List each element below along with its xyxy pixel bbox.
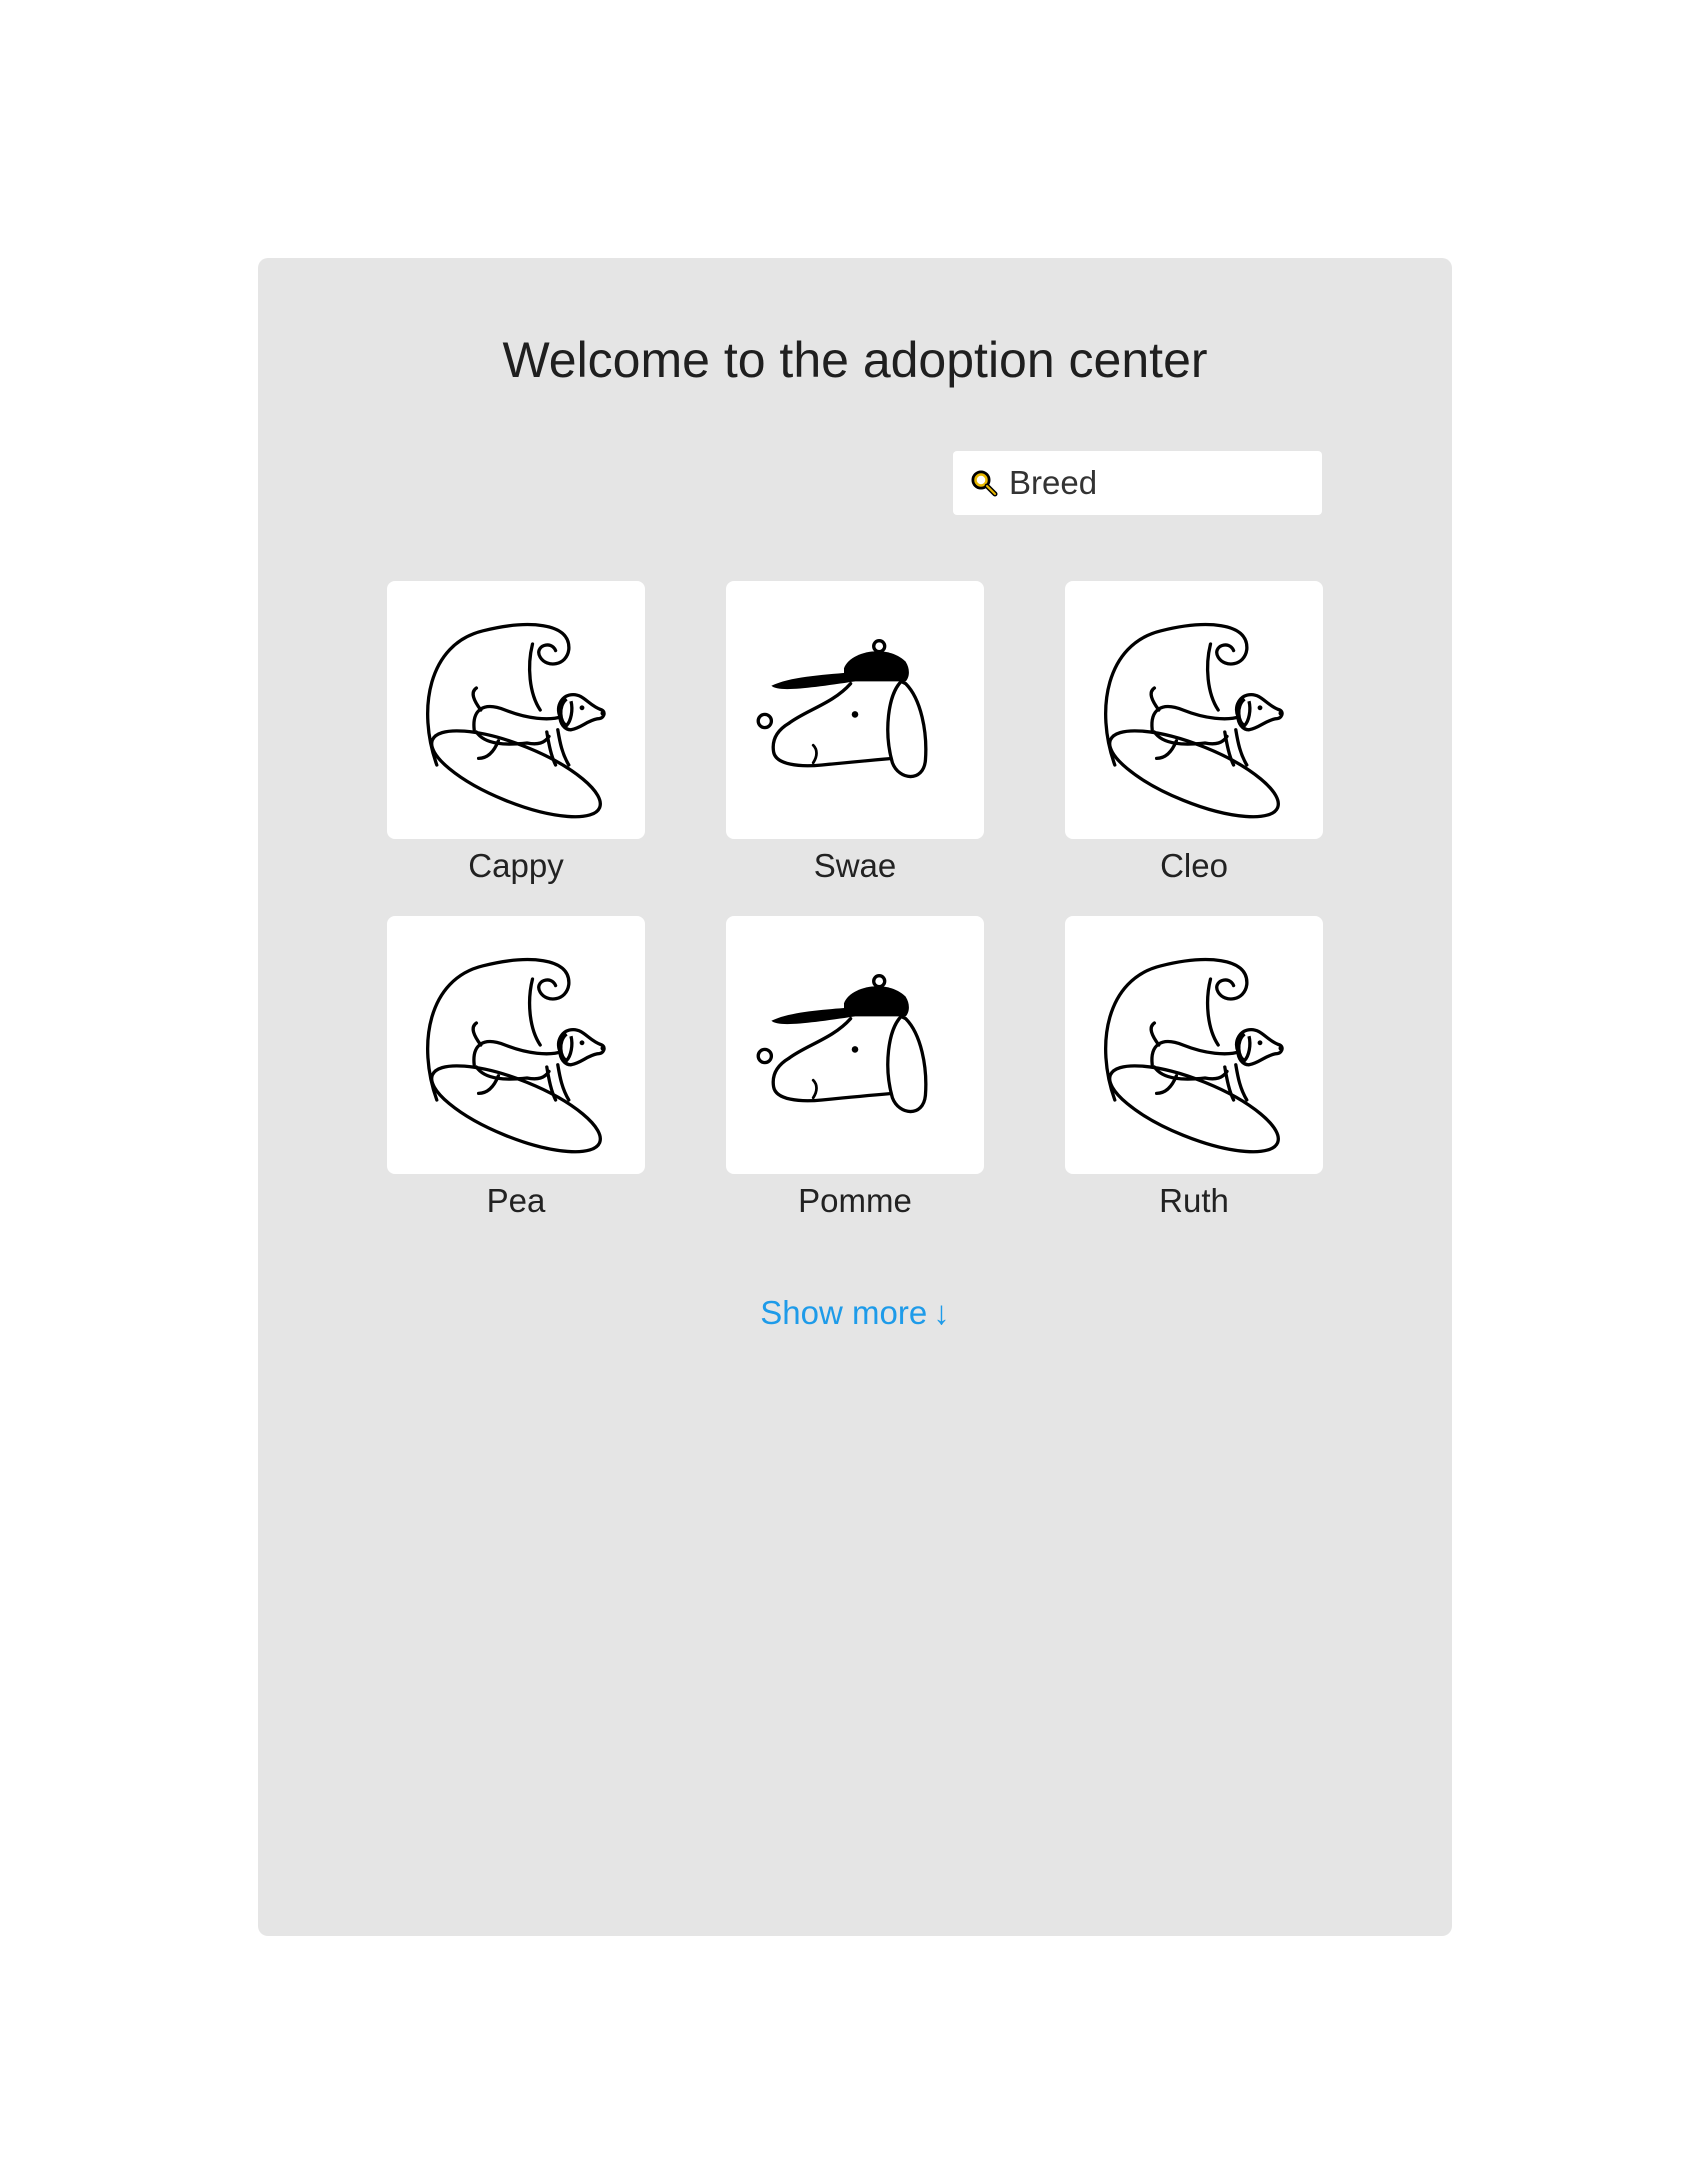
pet-photo[interactable]: [387, 916, 645, 1174]
pet-name: Cleo: [1160, 847, 1228, 884]
breed-search[interactable]: [953, 451, 1322, 515]
pet-name: Ruth: [1159, 1182, 1229, 1219]
pet-name: Pomme: [798, 1182, 912, 1219]
dog-with-cap-icon: [745, 935, 965, 1155]
surfing-dog-icon: [406, 935, 626, 1155]
pet-photo[interactable]: [387, 581, 645, 839]
breed-search-input[interactable]: [1009, 464, 1309, 502]
magnifier-icon: [969, 468, 999, 498]
pet-name: Cappy: [468, 847, 564, 884]
adoption-panel: Welcome to the adoption center Cappy Swa…: [258, 258, 1452, 1936]
page-title: Welcome to the adoption center: [502, 332, 1208, 388]
surfing-dog-icon: [406, 600, 626, 820]
pet-card[interactable]: Swae: [726, 581, 984, 888]
pet-photo[interactable]: [726, 916, 984, 1174]
surfing-dog-icon: [1084, 935, 1304, 1155]
pet-name: Swae: [813, 847, 897, 884]
pet-name: Pea: [486, 1182, 546, 1219]
pet-card[interactable]: Cleo: [1065, 581, 1323, 888]
pet-photo[interactable]: [1065, 916, 1323, 1174]
show-more-link[interactable]: Show more ↓: [258, 1294, 1452, 1332]
pet-card[interactable]: Pea: [387, 916, 645, 1223]
pet-card[interactable]: Ruth: [1065, 916, 1323, 1223]
surfing-dog-icon: [1084, 600, 1304, 820]
pet-card[interactable]: Pomme: [726, 916, 984, 1223]
show-more-label: Show more: [760, 1294, 928, 1331]
arrow-down-icon: ↓: [933, 1294, 950, 1331]
pet-photo[interactable]: [726, 581, 984, 839]
dog-with-cap-icon: [745, 600, 965, 820]
pet-card[interactable]: Cappy: [387, 581, 645, 888]
pet-photo[interactable]: [1065, 581, 1323, 839]
